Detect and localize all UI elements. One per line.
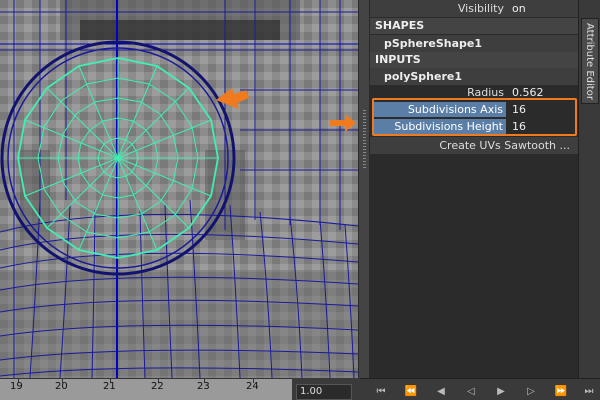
- create-uvs-option[interactable]: Create UVs Sawtooth ...: [370, 137, 578, 154]
- visibility-row: Visibility on: [370, 0, 578, 17]
- current-time-field[interactable]: 1.00: [296, 384, 352, 400]
- playback-controls: ⏮ ⏪ ◀ ◁ ▶ ▷ ⏩ ⏭: [360, 378, 600, 400]
- visibility-label: Visibility: [457, 2, 504, 15]
- shapes-header: SHAPES: [370, 18, 578, 34]
- input-node-name[interactable]: polySphere1: [370, 68, 578, 85]
- play-backwards-icon[interactable]: ◁: [464, 385, 478, 399]
- inputs-header: INPUTS: [370, 52, 578, 68]
- annotation-highlight-box: [372, 98, 577, 136]
- attribute-editor-tab-label: Attribute Editor: [584, 23, 595, 100]
- splitter-grip[interactable]: [363, 110, 366, 170]
- tick-label: 22: [151, 381, 164, 392]
- viewport-3d[interactable]: [0, 0, 358, 378]
- go-to-end-icon[interactable]: ⏭: [582, 385, 596, 399]
- tick-label: 19: [10, 381, 23, 392]
- attribute-editor-panel: Visibility on SHAPES pSphereShape1 INPUT…: [370, 0, 578, 378]
- go-to-start-icon[interactable]: ⏮: [374, 385, 388, 399]
- tick-label: 20: [55, 381, 68, 392]
- tick-label: 24: [246, 381, 259, 392]
- viewport-scene: [0, 0, 358, 378]
- step-forward-frame-icon[interactable]: ▷: [524, 385, 538, 399]
- visibility-value[interactable]: on: [509, 1, 573, 16]
- shape-node-name[interactable]: pSphereShape1: [370, 35, 578, 52]
- tick-label: 21: [103, 381, 116, 392]
- tick-label: 23: [197, 381, 210, 392]
- attribute-editor-tab[interactable]: Attribute Editor: [581, 18, 599, 104]
- play-forwards-icon[interactable]: ▶: [494, 385, 508, 399]
- step-back-key-icon[interactable]: ⏪: [404, 385, 418, 399]
- sphere-wireframe-selected[interactable]: [17, 57, 219, 259]
- side-tab-bar: Attribute Editor: [578, 0, 600, 378]
- step-back-frame-icon[interactable]: ◀: [434, 385, 448, 399]
- panel-splitter[interactable]: [358, 0, 370, 378]
- time-slider[interactable]: 19 20 21 22 23 24: [0, 378, 292, 400]
- step-forward-key-icon[interactable]: ⏩: [554, 385, 568, 399]
